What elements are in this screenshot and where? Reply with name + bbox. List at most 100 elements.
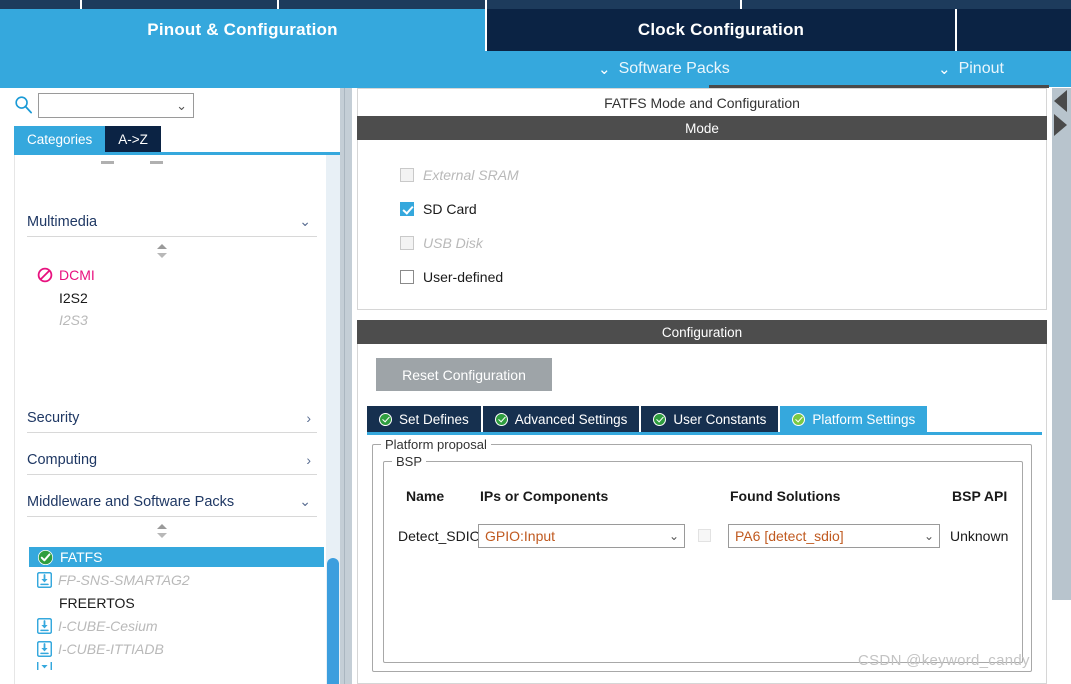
collapse-left-arrow-icon[interactable]	[1054, 90, 1067, 112]
sidebar-item-i-cube-ittiadb[interactable]: I-CUBE-ITTIADB	[37, 639, 164, 659]
tab-clock-configuration-label: Clock Configuration	[637, 20, 805, 39]
green-check-icon	[37, 549, 54, 565]
sidebar-tab-categories-label: Categories	[27, 131, 93, 147]
download-icon	[37, 618, 52, 634]
sidebar-item-i2s3-label: I2S3	[59, 312, 88, 328]
configuration-panel: FATFS Mode and Configuration Mode Extern…	[352, 88, 1052, 684]
expand-right-arrow-icon[interactable]	[1054, 114, 1067, 136]
usb-disk-label: USB Disk	[423, 235, 483, 251]
application-window: Pinout & Configuration Clock Configurati…	[0, 0, 1071, 684]
search-icon	[15, 96, 33, 114]
sidebar-item-fp-sns-smartag2[interactable]: FP-SNS-SMARTAG2	[37, 570, 190, 590]
mode-section-header: Mode	[357, 116, 1047, 140]
mode-option-user-defined[interactable]: User-defined	[400, 266, 503, 288]
chevron-down-icon: ⌄	[299, 213, 311, 229]
sidebar-item-fp-sns-smartag2-label: FP-SNS-SMARTAG2	[58, 572, 190, 588]
sidebar-group-middleware[interactable]: Middleware and Software Packs ⌄	[27, 487, 317, 517]
check-ok-icon	[792, 412, 806, 426]
tree-clipped-top-row	[15, 157, 326, 171]
page-title-label: FATFS Mode and Configuration	[604, 94, 800, 111]
search-input[interactable]	[39, 95, 167, 116]
sidebar-item-fatfs-label: FATFS	[60, 549, 103, 565]
user-defined-label: User-defined	[423, 269, 504, 285]
sidebar-group-multimedia[interactable]: Multimedia ⌄	[27, 207, 317, 237]
sidebar-group-multimedia-label: Multimedia	[27, 213, 98, 230]
mode-option-usb-disk[interactable]: USB Disk	[400, 232, 483, 254]
bsp-legend: BSP	[392, 454, 427, 469]
sidebar-item-dcmi[interactable]: DCMI	[37, 265, 95, 285]
sidebar-item-i2s2-label: I2S2	[59, 290, 88, 306]
sidebar-item-i2s3[interactable]: I2S3	[59, 310, 88, 330]
tab-set-defines[interactable]: Set Defines	[367, 406, 483, 432]
tab-user-constants[interactable]: User Constants	[641, 406, 781, 432]
sidebar-item-dcmi-label: DCMI	[59, 267, 95, 283]
tree-scroll-spinner[interactable]	[155, 243, 169, 259]
table-row: Detect_SDIO GPIO:Input ⌄ PA6 [detect_sdi…	[384, 524, 1022, 548]
sidebar-group-security-label: Security	[27, 409, 80, 426]
chevron-down-icon: ⌄	[668, 529, 679, 543]
search-combobox[interactable]: ⌄	[38, 93, 194, 118]
sub-tab-bar: ⌄ Software Packs ⌄ Pinout	[0, 51, 1071, 87]
usb-disk-checkbox	[400, 236, 414, 250]
main-tab-bar: Pinout & Configuration Clock Configurati…	[0, 9, 1071, 51]
reset-configuration-button[interactable]: Reset Configuration	[376, 358, 552, 391]
forbidden-icon	[37, 267, 53, 283]
sidebar-item-fatfs[interactable]: FATFS	[29, 547, 324, 567]
row-checkbox[interactable]	[698, 529, 711, 542]
sidebar-item-i-cube-cesium[interactable]: I-CUBE-Cesium	[37, 616, 158, 636]
configuration-section-header: Configuration	[357, 320, 1047, 344]
user-defined-checkbox[interactable]	[400, 270, 414, 284]
tab-pinout-configuration-label: Pinout & Configuration	[147, 20, 338, 39]
subtab-pinout-label: Pinout	[958, 60, 1004, 77]
column-header-name: Name	[406, 488, 445, 504]
subtab-software-packs[interactable]: ⌄ Software Packs	[598, 51, 730, 87]
sidebar-scrollbar-thumb[interactable]	[327, 558, 339, 684]
external-sram-label: External SRAM	[423, 167, 519, 183]
sidebar-tab-categories[interactable]: Categories	[14, 126, 106, 152]
tab-platform-settings-label: Platform Settings	[812, 411, 916, 427]
download-icon	[37, 572, 52, 588]
check-ok-icon	[494, 412, 508, 426]
tab-extra[interactable]	[957, 9, 1071, 51]
column-header-bspapi: BSP API	[952, 488, 1008, 504]
sidebar-item-i2s2[interactable]: I2S2	[59, 288, 88, 308]
sidebar-item-i-cube-ittiadb-label: I-CUBE-ITTIADB	[58, 641, 164, 657]
platform-proposal-legend: Platform proposal	[381, 437, 491, 452]
tab-pinout-configuration[interactable]: Pinout & Configuration	[0, 9, 487, 51]
sidebar-group-computing[interactable]: Computing ›	[27, 445, 317, 475]
sidebar-tab-az-label: A->Z	[118, 131, 148, 147]
tab-advanced-settings-label: Advanced Settings	[514, 411, 628, 427]
column-header-ips: IPs or Components	[480, 488, 609, 504]
chevron-right-icon: ›	[306, 409, 311, 426]
download-icon	[37, 662, 52, 670]
panel-splitter[interactable]	[340, 88, 352, 684]
reset-configuration-button-label: Reset Configuration	[402, 366, 526, 383]
sidebar-item-freertos[interactable]: FREERTOS	[59, 593, 135, 613]
sidebar-tab-az[interactable]: A->Z	[105, 126, 161, 152]
cell-bsp-api: Unknown	[950, 528, 1009, 544]
configuration-tabs-underline	[367, 432, 1042, 435]
found-solution-dropdown[interactable]: PA6 [detect_sdio] ⌄	[728, 524, 940, 548]
sidebar-item-clipped[interactable]	[37, 662, 52, 670]
subtab-pinout[interactable]: ⌄ Pinout	[938, 51, 1004, 87]
external-sram-checkbox	[400, 168, 414, 182]
mode-option-external-sram[interactable]: External SRAM	[400, 164, 519, 186]
mode-option-sd-card[interactable]: SD Card	[400, 198, 477, 220]
tab-platform-settings[interactable]: Platform Settings	[780, 406, 928, 432]
right-edge-scrollbar[interactable]	[1052, 88, 1071, 684]
sidebar-group-security[interactable]: Security ›	[27, 403, 317, 433]
cell-name: Detect_SDIO	[398, 528, 481, 544]
configuration-tabs: Set Defines Advanced Settings User Const…	[367, 406, 928, 432]
chevron-right-icon: ›	[306, 451, 311, 468]
chevron-down-icon: ⌄	[299, 493, 311, 509]
sidebar-item-i-cube-cesium-label: I-CUBE-Cesium	[58, 618, 158, 634]
ip-component-dropdown[interactable]: GPIO:Input ⌄	[478, 524, 685, 548]
tab-clock-configuration[interactable]: Clock Configuration	[487, 9, 957, 51]
tab-advanced-settings[interactable]: Advanced Settings	[482, 406, 642, 432]
sd-card-checkbox[interactable]	[400, 202, 414, 216]
component-tree: Multimedia ⌄ DCMI I2S2 I2S3 Security › C…	[14, 155, 326, 684]
tree-scroll-spinner[interactable]	[155, 523, 169, 539]
check-ok-icon	[379, 412, 392, 426]
ip-component-value: GPIO:Input	[485, 528, 556, 544]
chevron-down-icon[interactable]: ⌄	[176, 98, 187, 114]
